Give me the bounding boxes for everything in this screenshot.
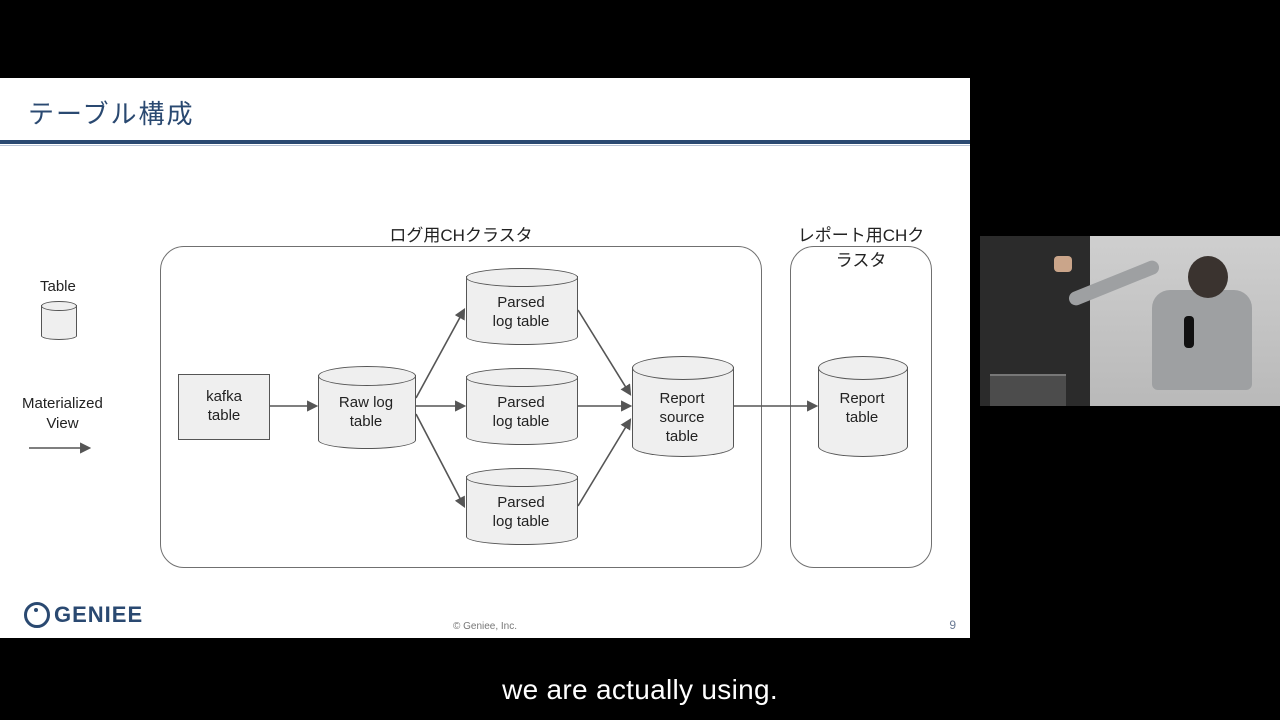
parsed1-line1: Parsed (466, 294, 576, 313)
presenter-torso (1152, 290, 1252, 390)
legend-table: Table (40, 278, 76, 339)
kafka-line2: table (206, 407, 242, 426)
presenter-figure (1132, 250, 1252, 400)
legend-arrow-icon (27, 441, 97, 455)
title-rule-thick (0, 140, 970, 144)
presenter-camera (980, 236, 1280, 406)
page-number: 9 (949, 618, 956, 632)
node-parsed-3: Parsed log table (466, 468, 576, 544)
rawlog-line1: Raw log (318, 394, 414, 413)
legend-mv-line2: View (22, 414, 103, 434)
parsed3-line1: Parsed (466, 494, 576, 513)
cluster-report-label: レポート用CHクラスタ (791, 221, 931, 271)
cluster-log-label: ログ用CHクラスタ (161, 221, 761, 246)
node-report-source: Report source table (632, 356, 732, 456)
report-line2: table (818, 409, 906, 428)
diagram-canvas: ログ用CHクラスタ レポート用CHクラスタ Table Materialized… (0, 150, 970, 580)
node-parsed-1: Parsed log table (466, 268, 576, 344)
legend-cylinder-icon (41, 301, 75, 339)
node-report-table: Report table (818, 356, 906, 456)
slide: テーブル構成 ログ用CHクラスタ レポート用CHクラスタ Table Mater… (0, 78, 970, 638)
video-subtitle: we are actually using. (0, 674, 1280, 706)
presenter-hand-left (1054, 256, 1072, 272)
parsed3-line2: log table (466, 513, 576, 532)
reportsrc-line2: source (632, 409, 732, 428)
node-raw-log-table: Raw log table (318, 366, 414, 448)
presenter-head (1188, 256, 1228, 298)
legend-mv-line1: Materialized (22, 394, 103, 414)
footer-copyright: © Geniee, Inc. (0, 621, 970, 632)
laptop-icon (990, 374, 1066, 406)
kafka-line1: kafka (206, 388, 242, 407)
report-line1: Report (818, 390, 906, 409)
microphone-icon (1184, 316, 1194, 348)
rawlog-line2: table (318, 413, 414, 432)
reportsrc-line1: Report (632, 390, 732, 409)
node-kafka-table: kafka table (178, 374, 270, 440)
legend-table-label: Table (40, 278, 76, 295)
legend-materialized-view: Materialized View (22, 394, 103, 461)
stage: テーブル構成 ログ用CHクラスタ レポート用CHクラスタ Table Mater… (0, 0, 1280, 720)
title-rule-thin (0, 145, 970, 146)
reportsrc-line3: table (632, 428, 732, 447)
parsed2-line2: log table (466, 413, 576, 432)
node-parsed-2: Parsed log table (466, 368, 576, 444)
parsed2-line1: Parsed (466, 394, 576, 413)
slide-title: テーブル構成 (28, 94, 194, 131)
parsed1-line2: log table (466, 313, 576, 332)
